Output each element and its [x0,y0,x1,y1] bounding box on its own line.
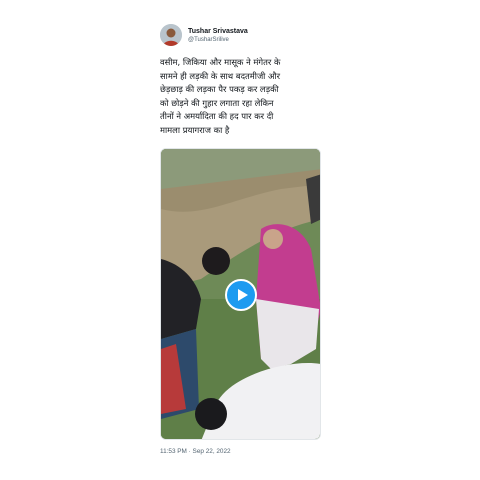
author-names: Tushar Srivastava @TusharSrilive [188,28,248,43]
avatar[interactable] [160,24,182,46]
tweet-text: वसीम, जिकिया और मासूक ने मंगेतर के सामने… [160,57,281,135]
tweet-video[interactable] [160,148,321,440]
play-button[interactable] [225,279,257,311]
author-handle[interactable]: @TusharSrilive [188,37,248,43]
tweet-card: Tushar Srivastava @TusharSrilive वसीम, ज… [160,22,322,138]
play-icon [238,289,248,301]
author-display-name[interactable]: Tushar Srivastava [188,28,248,35]
tweet-timestamp[interactable]: 11:53 PM · Sep 22, 2022 [160,448,231,455]
tweet-header: Tushar Srivastava @TusharSrilive [160,22,322,48]
